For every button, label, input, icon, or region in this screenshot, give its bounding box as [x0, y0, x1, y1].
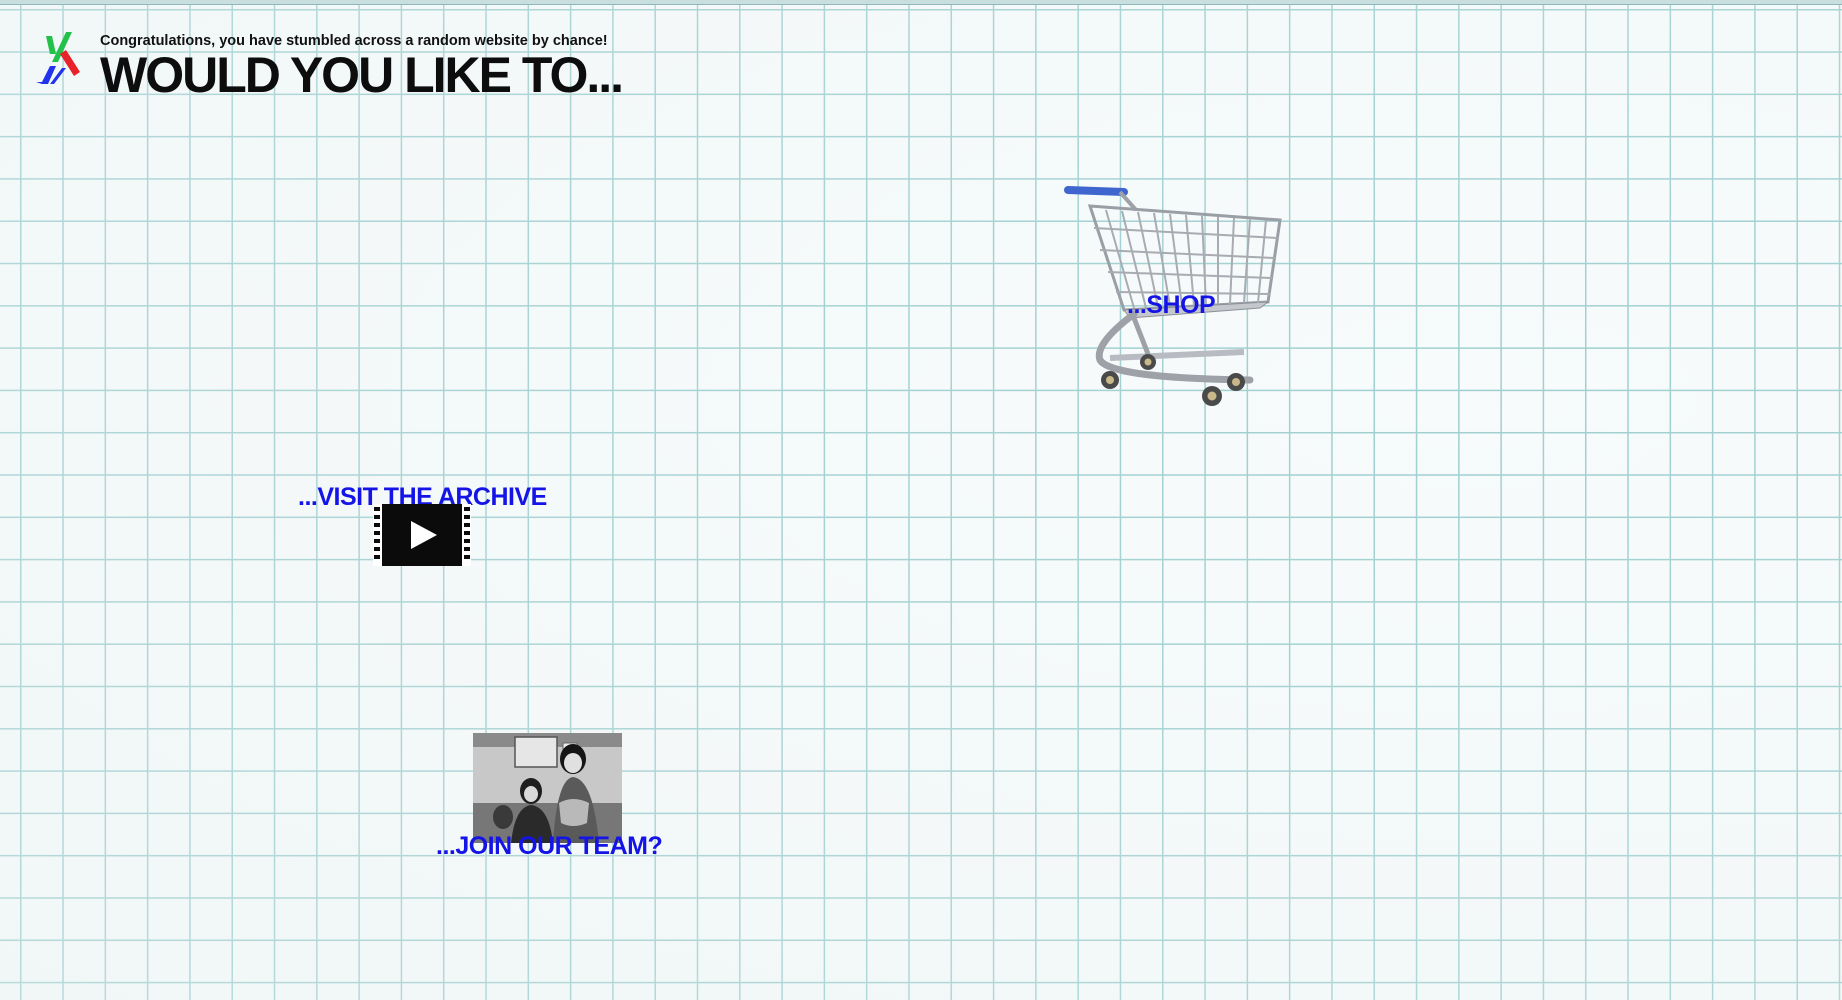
- paper-texture: [0, 0, 1842, 1000]
- film-play-icon[interactable]: [373, 504, 471, 566]
- page-title: WOULD YOU LIKE TO...: [100, 47, 624, 103]
- team-photo[interactable]: [473, 733, 622, 843]
- shop-link[interactable]: ...SHOP: [1127, 291, 1216, 320]
- top-rule: [0, 0, 1842, 5]
- page-background: Congratulations, you have stumbled acros…: [0, 0, 1842, 1000]
- join-team-link[interactable]: ...JOIN OUR TEAM?: [436, 832, 663, 861]
- vn-logo-icon[interactable]: [36, 32, 82, 92]
- header: Congratulations, you have stumbled acros…: [100, 33, 624, 103]
